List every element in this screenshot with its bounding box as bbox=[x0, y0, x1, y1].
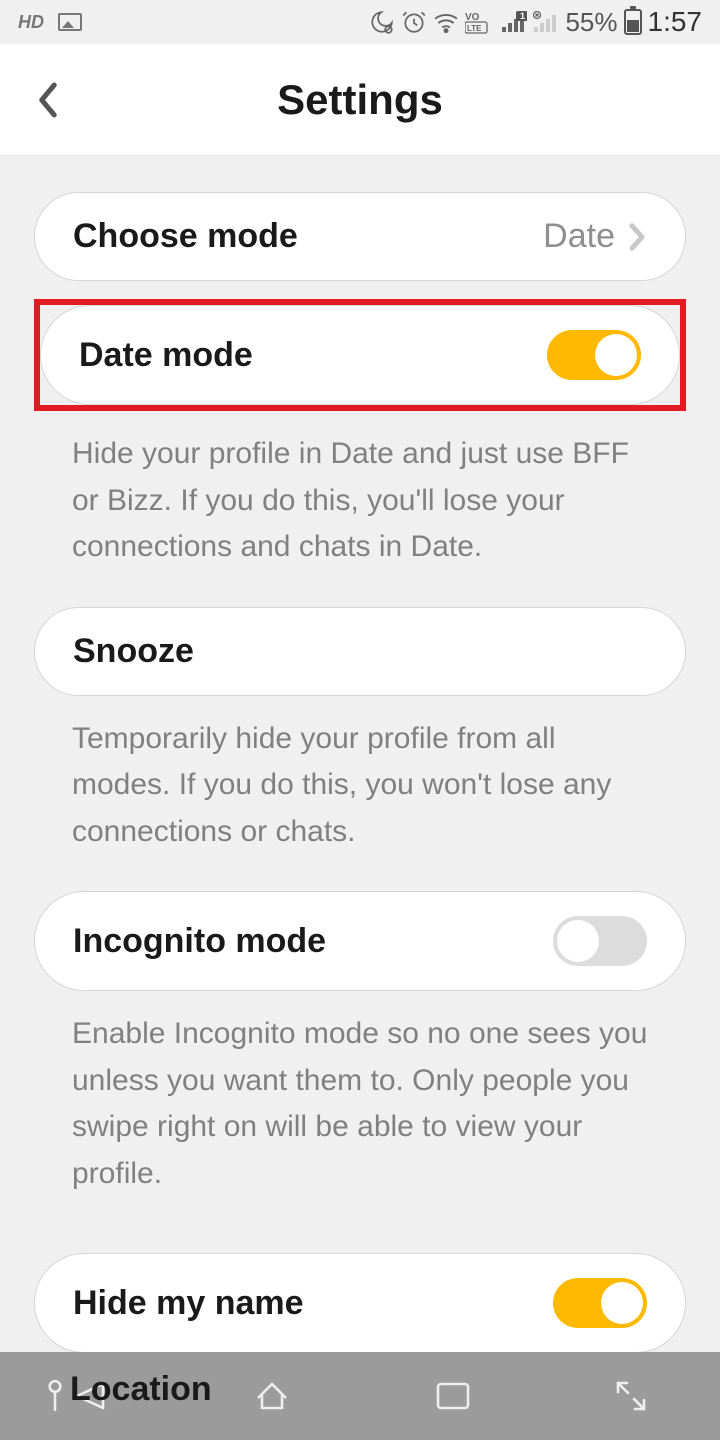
page-title: Settings bbox=[277, 76, 443, 124]
date-mode-desc: Hide your profile in Date and just use B… bbox=[34, 411, 686, 571]
date-mode-row[interactable]: Date mode bbox=[40, 305, 680, 405]
app-header: Settings bbox=[0, 44, 720, 156]
battery-icon bbox=[624, 9, 642, 35]
svg-text:LTE: LTE bbox=[467, 24, 482, 33]
chevron-right-icon bbox=[627, 222, 647, 252]
incognito-label: Incognito mode bbox=[73, 922, 326, 961]
gallery-icon bbox=[58, 13, 82, 31]
nav-expand-icon[interactable] bbox=[613, 1378, 649, 1414]
snooze-desc: Temporarily hide your profile from all m… bbox=[34, 696, 686, 856]
hide-name-row[interactable]: Hide my name bbox=[34, 1253, 686, 1352]
signal-1-icon: 1 bbox=[501, 11, 527, 33]
incognito-toggle[interactable] bbox=[553, 916, 647, 966]
nav-recents-icon[interactable] bbox=[434, 1380, 472, 1412]
back-button[interactable] bbox=[34, 80, 62, 120]
signal-2-icon bbox=[533, 11, 559, 33]
choose-mode-value: Date bbox=[543, 217, 615, 256]
clock-time: 1:57 bbox=[648, 6, 703, 38]
dnd-moon-icon bbox=[369, 9, 395, 35]
snooze-row[interactable]: Snooze bbox=[34, 607, 686, 696]
battery-percent: 55% bbox=[565, 7, 617, 38]
choose-mode-label: Choose mode bbox=[73, 217, 298, 256]
snooze-label: Snooze bbox=[73, 632, 194, 671]
incognito-row[interactable]: Incognito mode bbox=[34, 891, 686, 991]
nav-back-icon[interactable] bbox=[71, 1378, 111, 1414]
choose-mode-row[interactable]: Choose mode Date bbox=[34, 192, 686, 281]
date-mode-highlight: Date mode bbox=[34, 299, 686, 411]
date-mode-toggle[interactable] bbox=[547, 330, 641, 380]
nav-home-icon[interactable] bbox=[252, 1378, 292, 1414]
settings-content: Choose mode Date Date mode Hide your pro… bbox=[0, 156, 720, 1352]
date-mode-label: Date mode bbox=[79, 336, 253, 375]
hide-name-label: Hide my name bbox=[73, 1284, 304, 1323]
incognito-desc: Enable Incognito mode so no one sees you… bbox=[34, 991, 686, 1197]
status-bar: HD VOLTE 1 55% 1:57 bbox=[0, 0, 720, 44]
key-icon bbox=[44, 1379, 66, 1413]
android-nav-bar: Location bbox=[0, 1352, 720, 1440]
hd-indicator: HD bbox=[18, 12, 44, 33]
svg-text:1: 1 bbox=[520, 11, 525, 21]
alarm-icon bbox=[401, 9, 427, 35]
volte-icon: VOLTE bbox=[465, 10, 495, 34]
hide-name-toggle[interactable] bbox=[553, 1278, 647, 1328]
wifi-icon bbox=[433, 11, 459, 33]
